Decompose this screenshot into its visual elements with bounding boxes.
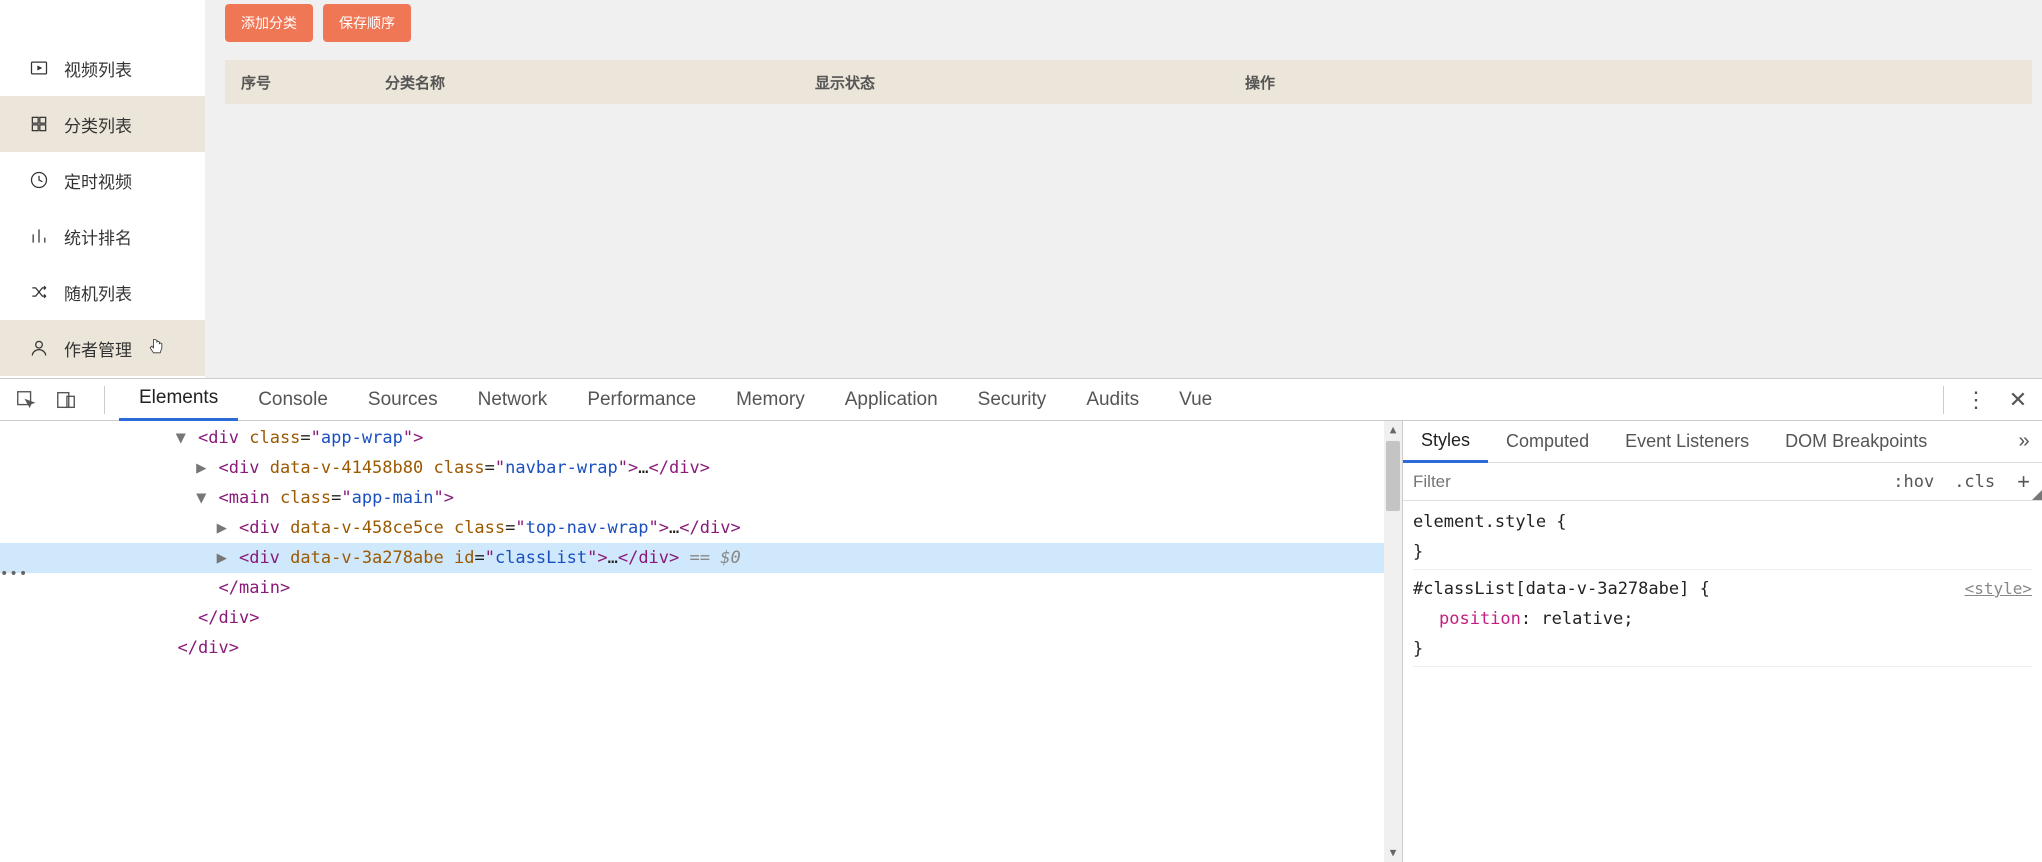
tab-vue[interactable]: Vue [1159,379,1232,421]
toggle-icon[interactable]: ▼ [194,483,208,513]
dom-tree-line[interactable]: </main> [0,573,1402,603]
tab-application[interactable]: Application [825,379,958,421]
col-name: 分类名称 [385,72,815,93]
play-box-icon [28,57,50,79]
toggle-icon[interactable]: ▼ [174,423,188,453]
sidebar-item-video-list[interactable]: 视频列表 [0,40,205,96]
user-icon [28,337,50,359]
tab-audits[interactable]: Audits [1066,379,1159,421]
device-toolbar-icon[interactable] [50,384,82,416]
inspect-icon[interactable] [10,384,42,416]
devtools-body: ••• ▼ <div class="app-wrap"> ▶ <div data… [0,421,2042,862]
sidebar-item-label: 随机列表 [64,280,132,305]
gutter-ellipsis-icon[interactable]: ••• [0,559,26,589]
tab-sources[interactable]: Sources [348,379,458,421]
dom-tree-line[interactable]: ▶ <div data-v-3a278abe id="classList">…<… [0,543,1402,573]
app-area: 视频列表 分类列表 定时视频 统计排名 随机列表 [0,0,2042,378]
toolbar: 添加分类 保存顺序 [225,0,2032,60]
sidebar-item-label: 视频列表 [64,56,132,81]
dom-tree-line[interactable]: ▶ <div data-v-41458b80 class="navbar-wra… [0,453,1402,483]
resize-corner-icon[interactable] [2032,490,2042,500]
toggle-icon[interactable] [194,573,208,603]
tab-event-listeners[interactable]: Event Listeners [1607,421,1767,463]
shuffle-icon [28,281,50,303]
styles-filter-row: :hov .cls + [1403,463,2042,501]
bar-chart-icon [28,225,50,247]
styles-tab-bar: Styles Computed Event Listeners DOM Brea… [1403,421,2042,463]
rule-source-link[interactable]: <style> [1965,574,2032,604]
tab-computed[interactable]: Computed [1488,421,1607,463]
table-body [225,104,2032,378]
col-status: 显示状态 [815,72,1245,93]
toggle-icon[interactable]: ▶ [194,453,208,483]
dom-tree-line[interactable]: </div> [0,603,1402,633]
hov-toggle[interactable]: :hov [1883,472,1944,492]
toggle-icon[interactable] [153,633,167,663]
sidebar-item-stats-ranking[interactable]: 统计排名 [0,208,205,264]
elements-panel[interactable]: ••• ▼ <div class="app-wrap"> ▶ <div data… [0,421,1402,862]
add-category-button[interactable]: 添加分类 [225,4,313,42]
scrollbar[interactable]: ▲ ▼ [1384,421,1402,862]
styles-content[interactable]: element.style {}<style>#classList[data-v… [1403,501,2042,862]
dom-tree-line[interactable]: ▼ <div class="app-wrap"> [0,423,1402,453]
tab-console[interactable]: Console [238,379,348,421]
styles-filter-input[interactable] [1403,463,1883,500]
sidebar-item-author-manage[interactable]: 作者管理 [0,320,205,376]
sidebar-item-random-list[interactable]: 随机列表 [0,264,205,320]
scroll-up-icon[interactable]: ▲ [1384,421,1402,439]
tab-styles[interactable]: Styles [1403,421,1488,463]
more-tabs-icon[interactable]: » [2006,430,2042,453]
scroll-thumb[interactable] [1386,441,1400,511]
col-index: 序号 [225,72,385,93]
divider [104,386,105,414]
sidebar-item-label: 分类列表 [64,112,132,137]
toggle-icon[interactable]: ▶ [215,543,229,573]
tab-memory[interactable]: Memory [716,379,825,421]
dom-tree-line[interactable]: </div> [0,633,1402,663]
tab-elements[interactable]: Elements [119,379,238,421]
toggle-icon[interactable]: ▶ [215,513,229,543]
sidebar: 视频列表 分类列表 定时视频 统计排名 随机列表 [0,0,205,378]
save-order-button[interactable]: 保存顺序 [323,4,411,42]
dom-tree-line[interactable]: ▼ <main class="app-main"> [0,483,1402,513]
close-icon[interactable]: ✕ [2000,382,2036,418]
toggle-icon[interactable] [174,603,188,633]
devtools: Elements Console Sources Network Perform… [0,378,2042,862]
tab-dom-breakpoints[interactable]: DOM Breakpoints [1767,421,1945,463]
grid-icon [28,113,50,135]
css-rule[interactable]: element.style {} [1413,507,2032,570]
table-header: 序号 分类名称 显示状态 操作 [225,60,2032,104]
scroll-down-icon[interactable]: ▼ [1384,844,1402,862]
tab-security[interactable]: Security [958,379,1067,421]
devtools-tab-bar: Elements Console Sources Network Perform… [0,379,2042,421]
kebab-menu-icon[interactable]: ⋮ [1958,382,1994,418]
styles-panel: Styles Computed Event Listeners DOM Brea… [1402,421,2042,862]
css-rule[interactable]: <style>#classList[data-v-3a278abe] {posi… [1413,574,2032,667]
sidebar-item-scheduled-video[interactable]: 定时视频 [0,152,205,208]
tab-performance[interactable]: Performance [567,379,716,421]
main-content: 添加分类 保存顺序 序号 分类名称 显示状态 操作 [205,0,2042,378]
cls-toggle[interactable]: .cls [1944,472,2005,492]
sidebar-item-label: 统计排名 [64,224,132,249]
dom-tree-line[interactable]: ▶ <div data-v-458ce5ce class="top-nav-wr… [0,513,1402,543]
clock-icon [28,169,50,191]
col-actions: 操作 [1245,72,1675,93]
sidebar-item-label: 定时视频 [64,168,132,193]
sidebar-item-label: 作者管理 [64,336,132,361]
divider [1943,386,1944,414]
sidebar-item-category-list[interactable]: 分类列表 [0,96,205,152]
tab-network[interactable]: Network [458,379,568,421]
